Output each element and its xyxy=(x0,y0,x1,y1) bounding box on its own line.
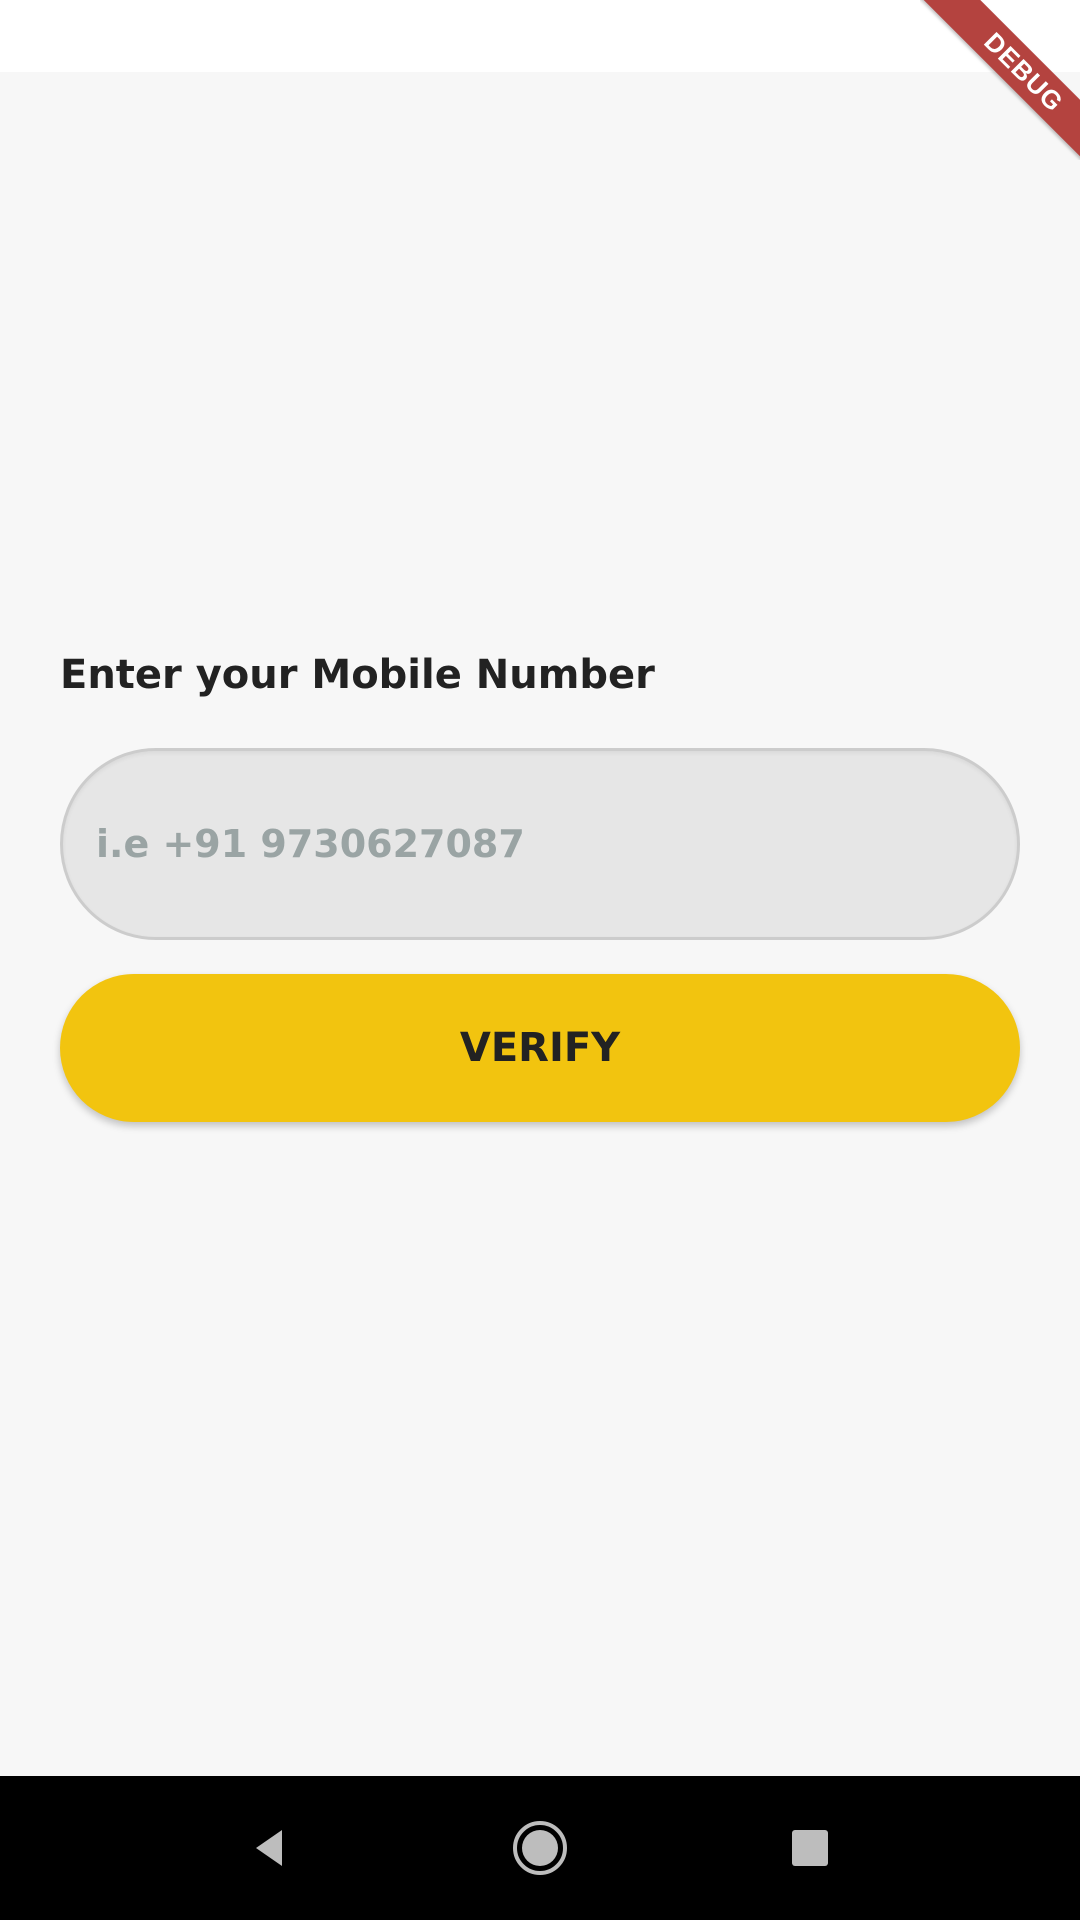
system-navigation-bar xyxy=(0,1776,1080,1920)
home-button[interactable] xyxy=(468,1776,612,1920)
page-title: Enter your Mobile Number xyxy=(60,652,655,698)
verify-button[interactable]: VERIFY xyxy=(60,974,1020,1122)
recents-square-icon xyxy=(792,1830,828,1866)
home-circle-icon xyxy=(513,1821,567,1875)
recents-button[interactable] xyxy=(738,1776,882,1920)
mobile-number-input[interactable] xyxy=(96,751,976,937)
mobile-login-screen: Enter your Mobile Number VERIFY xyxy=(0,72,1080,1776)
back-button[interactable] xyxy=(198,1776,342,1920)
status-bar xyxy=(0,0,1080,72)
back-triangle-icon xyxy=(256,1830,282,1866)
mobile-number-field[interactable] xyxy=(60,748,1020,940)
